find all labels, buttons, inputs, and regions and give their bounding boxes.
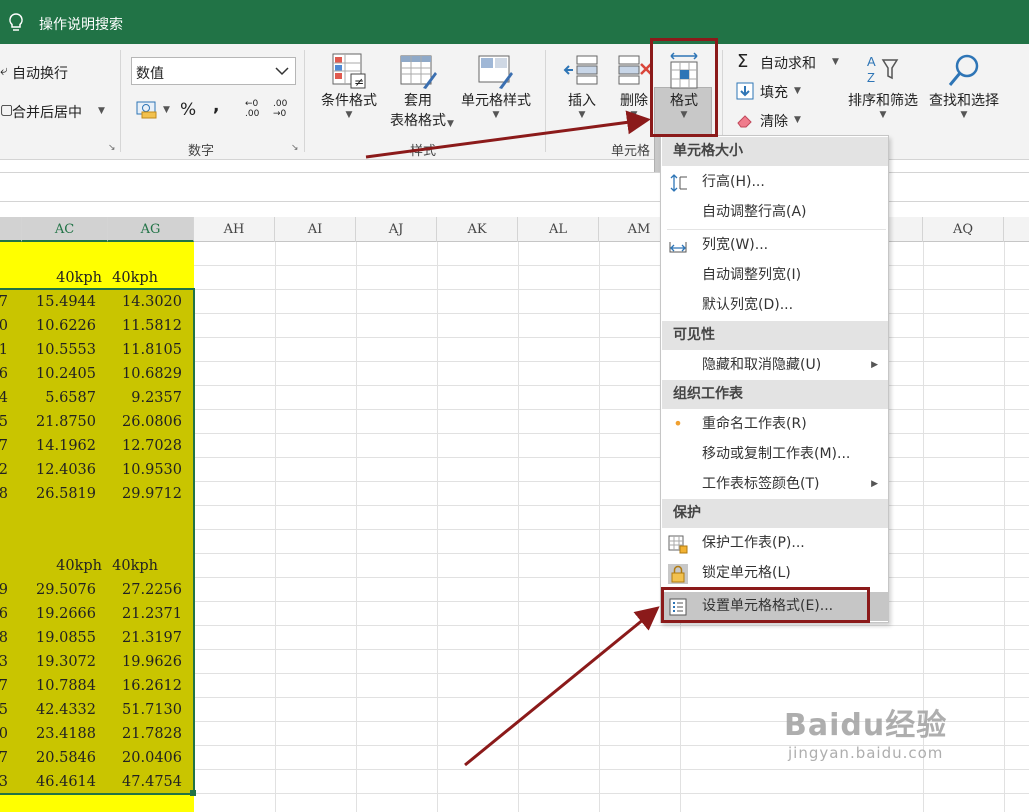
baidu-watermark: Baidu经验 jingyan.baidu.com <box>784 700 947 762</box>
annotation-arrows <box>365 110 660 767</box>
watermark-brand: Baidu经验 <box>784 708 948 743</box>
annotation-arrow <box>464 606 660 767</box>
watermark-url: jingyan.baidu.com <box>788 744 944 762</box>
annotation-arrow <box>365 110 651 159</box>
